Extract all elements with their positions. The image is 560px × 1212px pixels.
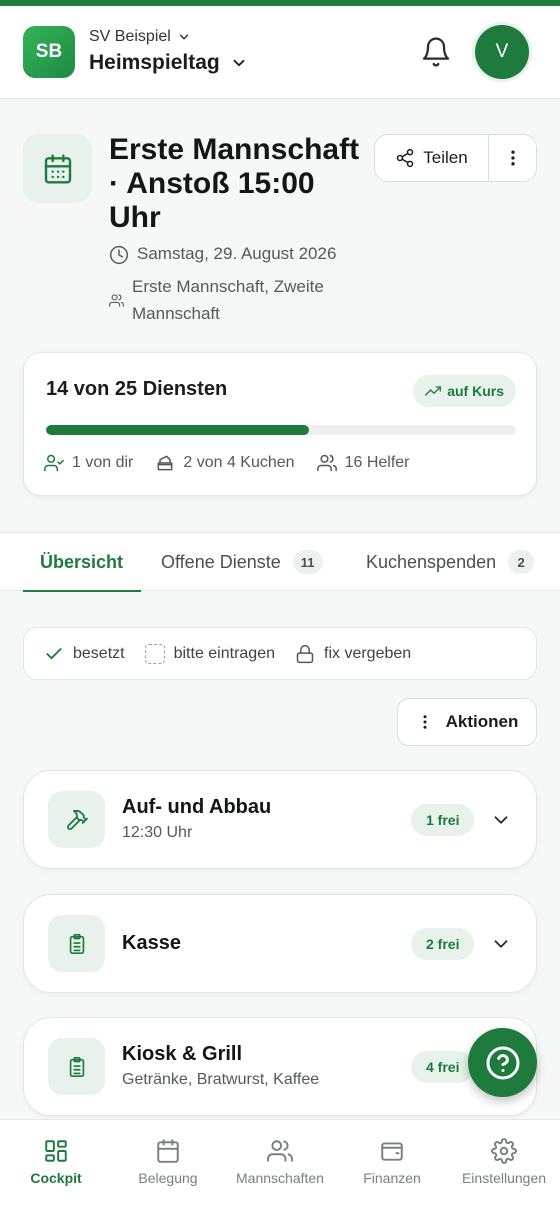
nav-item-einstellungen[interactable]: Einstellungen bbox=[448, 1120, 560, 1212]
club-switcher[interactable]: SV Beispiel bbox=[89, 28, 191, 46]
tab-cake-donations-label: Kuchenspenden bbox=[366, 551, 497, 572]
actions-label: Aktionen bbox=[445, 712, 519, 731]
duty-card-setup[interactable]: Auf- und Abbau 12:30 Uhr 1 frei bbox=[23, 770, 537, 869]
stat-cakes: 2 von 4 Kuchen bbox=[155, 453, 295, 473]
users-icon bbox=[267, 1140, 293, 1162]
gear-icon bbox=[491, 1138, 517, 1164]
bell-icon[interactable] bbox=[420, 36, 452, 68]
tab-bar: Übersicht Offene Dienste 11 Kuchenspende… bbox=[0, 532, 560, 592]
legend-open-label: bitte eintragen bbox=[173, 644, 275, 662]
event-date-row: Samstag, 29. August 2026 bbox=[109, 240, 336, 267]
nav-label: Finanzen bbox=[363, 1170, 421, 1186]
progress-summary: 14 von 25 Diensten bbox=[46, 378, 228, 400]
stat-mine-label: 1 von dir bbox=[72, 454, 134, 471]
free-slots-badge: 1 frei bbox=[411, 804, 475, 836]
wallet-icon bbox=[381, 1142, 403, 1161]
help-icon bbox=[486, 1046, 519, 1079]
club-logo[interactable]: SB bbox=[23, 26, 75, 78]
legend-taken: besetzt bbox=[44, 644, 125, 664]
status-legend: besetzt bitte eintragen fix vergeben bbox=[23, 627, 537, 680]
context-switcher[interactable]: Heimspieltag bbox=[89, 51, 248, 75]
actions-button[interactable]: Aktionen bbox=[397, 698, 537, 746]
stat-cakes-label: 2 von 4 Kuchen bbox=[183, 454, 295, 471]
chevron-down-icon bbox=[233, 59, 245, 67]
trending-up-icon bbox=[425, 386, 442, 396]
tab-overview-label: Übersicht bbox=[40, 551, 124, 572]
nav-item-belegung[interactable]: Belegung bbox=[112, 1120, 224, 1212]
tab-overview[interactable]: Übersicht bbox=[22, 533, 142, 592]
free-slots-badge: 2 frei bbox=[411, 928, 475, 960]
bottom-navigation: Cockpit Belegung Mannschaften Finanzen E… bbox=[0, 1119, 560, 1212]
calendar-icon bbox=[157, 1139, 179, 1163]
duty-title: Kasse bbox=[122, 932, 181, 954]
duty-card-kiosk[interactable]: Kiosk & Grill Getränke, Bratwurst, Kaffe… bbox=[23, 1017, 537, 1116]
share-icon bbox=[397, 148, 414, 168]
stat-helpers: 16 Helfer bbox=[316, 453, 410, 473]
event-date: Samstag, 29. August 2026 bbox=[137, 244, 337, 263]
app-header: SB SV Beispiel Heimspieltag V bbox=[0, 6, 560, 99]
nav-label: Belegung bbox=[138, 1170, 198, 1186]
legend-taken-label: besetzt bbox=[73, 644, 125, 662]
calendar-icon bbox=[23, 134, 92, 203]
dashed-box-icon bbox=[144, 643, 165, 664]
tab-cake-donations[interactable]: Kuchenspenden 2 bbox=[366, 533, 535, 591]
tab-open-duties-label: Offene Dienste bbox=[161, 551, 281, 572]
clipboard-icon bbox=[48, 1038, 105, 1095]
chevron-down-icon bbox=[179, 34, 189, 40]
progress-card: 14 von 25 Diensten auf Kurs 1 von dir 2 … bbox=[23, 352, 537, 496]
lock-icon bbox=[296, 644, 314, 663]
tab-cake-donations-count: 2 bbox=[508, 550, 535, 574]
event-overview: Erste Mannschaft · Anstoß 15:00 Uhr Teil… bbox=[0, 100, 560, 532]
help-button[interactable] bbox=[468, 1028, 537, 1097]
progress-stats: 1 von dir 2 von 4 Kuchen 16 Helfer bbox=[44, 453, 410, 473]
share-button[interactable]: Teilen bbox=[375, 135, 489, 181]
nav-label: Cockpit bbox=[30, 1170, 82, 1186]
legend-fixed-label: fix vergeben bbox=[324, 644, 412, 662]
duty-card-cashier[interactable]: Kasse 2 frei bbox=[23, 894, 537, 993]
share-button-group: Teilen bbox=[374, 134, 537, 182]
stat-mine: 1 von dir bbox=[44, 453, 133, 473]
nav-item-cockpit[interactable]: Cockpit bbox=[0, 1120, 112, 1212]
chevron-down-icon[interactable] bbox=[490, 809, 512, 831]
clock-icon bbox=[109, 245, 129, 265]
duty-subtitle: 12:30 Uhr bbox=[122, 824, 193, 841]
cake-icon bbox=[157, 455, 173, 471]
context-name: Heimspieltag bbox=[89, 51, 220, 74]
duty-title: Auf- und Abbau bbox=[122, 796, 272, 818]
progress-bar-fill bbox=[46, 425, 310, 435]
duty-subtitle: Getränke, Bratwurst, Kaffee bbox=[122, 1071, 320, 1088]
users-icon bbox=[109, 294, 124, 307]
club-name: SV Beispiel bbox=[89, 28, 171, 45]
duty-title: Kiosk & Grill bbox=[122, 1043, 243, 1065]
nav-item-mannschaften[interactable]: Mannschaften bbox=[224, 1120, 336, 1212]
nav-item-finanzen[interactable]: Finanzen bbox=[336, 1120, 448, 1212]
tab-open-duties-count: 11 bbox=[292, 550, 323, 574]
event-teams-row: Erste Mannschaft, Zweite Mannschaft bbox=[109, 273, 369, 327]
chevron-down-icon[interactable] bbox=[490, 933, 512, 955]
stat-helpers-label: 16 Helfer bbox=[344, 454, 410, 471]
user-check-icon bbox=[44, 454, 64, 472]
grid-icon bbox=[45, 1140, 67, 1162]
status-label: auf Kurs bbox=[447, 383, 504, 399]
tab-open-duties[interactable]: Offene Dienste 11 bbox=[161, 533, 323, 591]
legend-fixed: fix vergeben bbox=[295, 644, 411, 664]
event-teams: Erste Mannschaft, Zweite Mannschaft bbox=[132, 277, 324, 323]
progress-bar bbox=[46, 425, 516, 435]
nav-label: Mannschaften bbox=[236, 1170, 324, 1186]
more-vertical-icon bbox=[510, 150, 515, 166]
share-label: Teilen bbox=[423, 148, 468, 167]
avatar[interactable]: V bbox=[475, 25, 529, 79]
users-icon bbox=[316, 454, 337, 472]
more-vertical-icon bbox=[423, 715, 427, 729]
hammer-icon bbox=[48, 791, 105, 848]
free-slots-badge: 4 frei bbox=[411, 1051, 475, 1083]
legend-open: bitte eintragen bbox=[144, 643, 275, 664]
page-title: Erste Mannschaft · Anstoß 15:00 Uhr bbox=[109, 133, 360, 234]
status-badge: auf Kurs bbox=[413, 375, 516, 407]
check-icon bbox=[46, 647, 62, 659]
clipboard-icon bbox=[48, 915, 105, 972]
more-options-button[interactable] bbox=[489, 135, 536, 181]
nav-label: Einstellungen bbox=[461, 1170, 547, 1186]
